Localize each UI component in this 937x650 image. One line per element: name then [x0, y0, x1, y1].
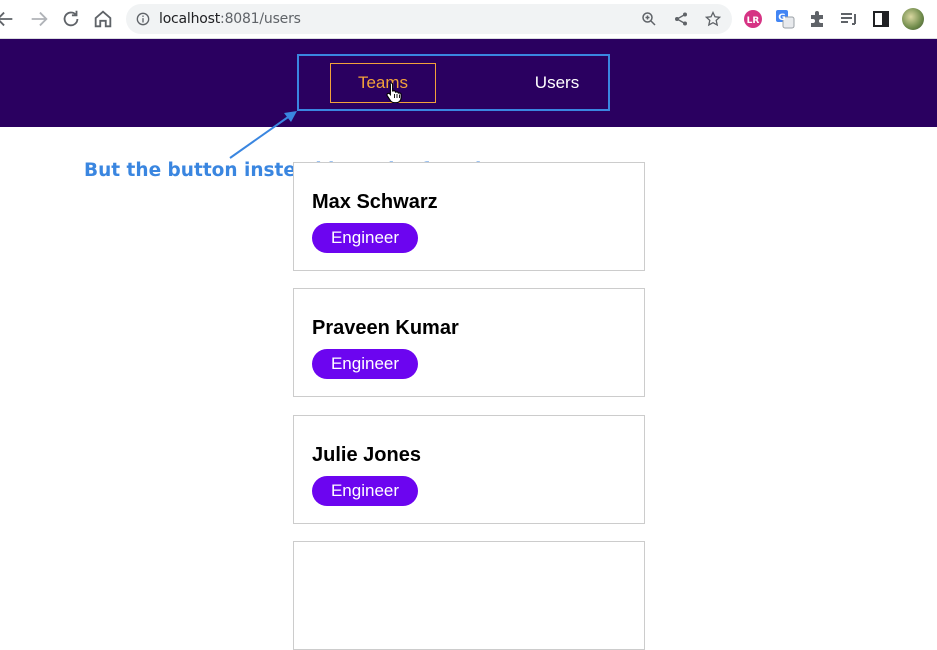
user-name: Julie Jones — [312, 444, 421, 466]
address-bar[interactable]: localhost:8081/users — [126, 4, 732, 34]
arrow-right-icon[interactable] — [28, 8, 50, 30]
star-icon[interactable] — [705, 11, 721, 27]
user-card — [293, 541, 645, 650]
app-header: Teams Users — [0, 39, 937, 127]
translate-extension-icon[interactable]: G — [775, 9, 795, 29]
user-name: Max Schwarz — [312, 191, 438, 213]
share-icon[interactable] — [673, 11, 689, 27]
user-card: Max Schwarz Engineer — [293, 162, 645, 271]
user-card: Julie Jones Engineer — [293, 415, 645, 524]
reload-icon[interactable] — [60, 8, 82, 30]
hand-cursor-icon — [386, 82, 402, 103]
home-icon[interactable] — [92, 8, 114, 30]
browser-toolbar: localhost:8081/users LR G — [0, 0, 937, 39]
address-url[interactable]: localhost:8081/users — [159, 11, 301, 27]
info-icon[interactable] — [136, 12, 150, 26]
role-badge: Engineer — [312, 223, 418, 253]
svg-text:G: G — [778, 13, 785, 23]
arrow-left-icon[interactable] — [0, 8, 16, 30]
role-badge: Engineer — [312, 476, 418, 506]
svg-text:LR: LR — [747, 16, 760, 26]
zoom-icon[interactable] — [641, 11, 657, 27]
nav-link-users[interactable]: Users — [505, 63, 609, 103]
puzzle-extensions-icon[interactable] — [807, 9, 827, 29]
role-badge: Engineer — [312, 349, 418, 379]
lr-extension-icon[interactable]: LR — [743, 9, 763, 29]
reading-list-icon[interactable] — [839, 9, 859, 29]
profile-avatar[interactable] — [902, 8, 924, 30]
nav-link-teams[interactable]: Teams — [330, 63, 436, 103]
user-name: Praveen Kumar — [312, 317, 459, 339]
user-card: Praveen Kumar Engineer — [293, 288, 645, 397]
side-panel-icon[interactable] — [871, 9, 891, 29]
